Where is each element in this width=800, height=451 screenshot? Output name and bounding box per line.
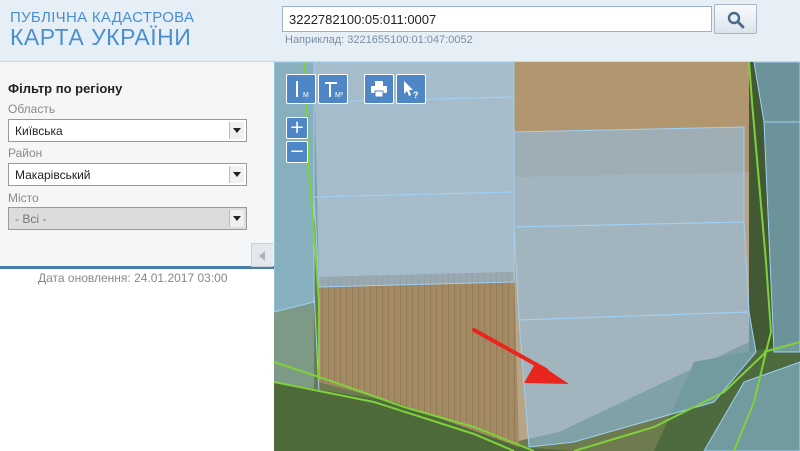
collapse-sidebar-button[interactable] <box>251 243 273 267</box>
city-select[interactable]: - Всі - <box>8 207 247 230</box>
oblast-label: Область <box>8 102 56 116</box>
pointer-question-icon: ? <box>404 81 419 99</box>
identify-button[interactable]: ? <box>396 74 426 104</box>
map-view[interactable]: M M² ? + − <box>274 62 800 451</box>
sidebar: Фільтр по регіону Область Київська Район… <box>0 62 274 451</box>
printer-icon <box>371 81 387 98</box>
logo-line2: КАРТА УКРАЇНИ <box>10 24 192 50</box>
chevron-down-icon <box>229 166 244 183</box>
print-button[interactable] <box>364 74 394 104</box>
cadastral-search-input[interactable] <box>282 6 712 32</box>
city-label: Місто <box>8 191 39 205</box>
magnifier-icon <box>727 11 745 29</box>
ruler-area-icon: M² <box>325 82 343 99</box>
satellite-map <box>274 62 800 451</box>
svg-text:M²: M² <box>335 92 343 99</box>
city-value: - Всі - <box>15 212 47 226</box>
app-header: ПУБЛІЧНА КАДАСТРОВА КАРТА УКРАЇНИ Наприк… <box>0 0 800 62</box>
chevron-down-icon <box>229 210 244 227</box>
zoom-out-button[interactable]: − <box>286 141 308 163</box>
chevron-down-icon <box>229 122 244 139</box>
oblast-select[interactable]: Київська <box>8 119 247 142</box>
ruler-line-icon: M <box>296 81 309 99</box>
filter-title: Фільтр по регіону <box>8 81 123 96</box>
measure-area-button[interactable]: M² <box>318 74 348 104</box>
svg-text:?: ? <box>413 90 419 99</box>
update-date: Дата оновлення: 24.01.2017 03:00 <box>38 271 228 285</box>
search-hint: Наприклад: 3221655100:01:047:0052 <box>285 34 473 46</box>
zoom-in-button[interactable]: + <box>286 117 308 139</box>
raion-value: Макарівський <box>15 168 91 182</box>
region-filter-panel: Фільтр по регіону Область Київська Район… <box>0 62 274 269</box>
search-button[interactable] <box>714 4 757 34</box>
measure-length-button[interactable]: M <box>286 74 316 104</box>
raion-select[interactable]: Макарівський <box>8 163 247 186</box>
oblast-value: Київська <box>15 124 63 138</box>
raion-label: Район <box>8 146 43 160</box>
svg-text:M: M <box>303 92 309 99</box>
